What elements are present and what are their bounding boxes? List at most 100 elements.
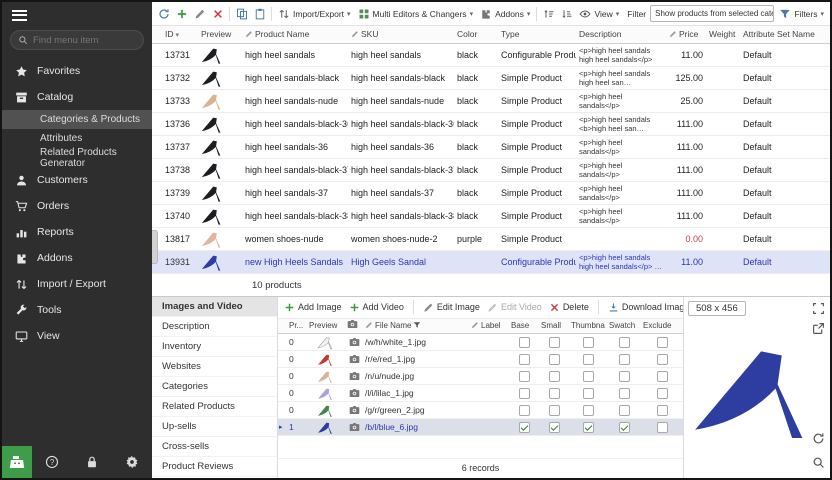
fullscreen-icon[interactable] (810, 301, 826, 317)
thumbnail-checkbox[interactable] (583, 405, 594, 416)
thumbnail-checkbox[interactable] (583, 337, 594, 348)
sidebar-item-categories-products[interactable]: Categories & Products (2, 110, 152, 129)
column-header-price[interactable]: Price (666, 26, 706, 43)
exclude-checkbox[interactable] (657, 422, 668, 433)
settings-gear-icon[interactable] (112, 455, 152, 469)
add-product-button[interactable] (173, 5, 190, 23)
swatch-checkbox[interactable] (619, 354, 630, 365)
copy-button[interactable] (233, 5, 250, 23)
addons-menu[interactable]: Addons▾ (477, 5, 533, 23)
product-row[interactable]: 13739high heel sandals-37high heel sanda… (152, 181, 830, 204)
column-header-exclude[interactable]: Exclude (641, 319, 683, 334)
tab-related-products[interactable]: Related Products (152, 397, 277, 417)
base-checkbox[interactable] (519, 371, 530, 382)
small-checkbox[interactable] (549, 337, 560, 348)
tab-inventory[interactable]: Inventory (152, 337, 277, 357)
base-checkbox[interactable] (519, 422, 530, 433)
image-row[interactable]: 0/w/h/white_1.jpg (278, 334, 683, 351)
lock-icon[interactable] (72, 455, 112, 469)
paste-button[interactable] (251, 5, 268, 23)
column-header-base[interactable]: Base (509, 319, 539, 334)
tab-product-reviews[interactable]: Product Reviews (152, 457, 277, 477)
sidebar-item-catalog[interactable]: Catalog (2, 84, 152, 110)
hamburger-menu-icon[interactable] (2, 2, 152, 28)
column-header-small[interactable]: Small (539, 319, 569, 334)
download-image-button[interactable]: Download Image (608, 302, 683, 313)
row-expander-icon[interactable]: ▸ (278, 419, 287, 436)
exclude-checkbox[interactable] (657, 371, 668, 382)
column-header-file-name[interactable]: File Name (363, 319, 469, 334)
exclude-checkbox[interactable] (657, 405, 668, 416)
product-row[interactable]: 13738high heel sandals-black-37high heel… (152, 158, 830, 181)
sidebar-item-reports[interactable]: Reports (2, 219, 152, 245)
edit-video-button[interactable]: Edit Video (487, 302, 542, 313)
exclude-checkbox[interactable] (657, 388, 668, 399)
image-row[interactable]: 0/n/u/nude.jpg (278, 368, 683, 385)
refresh-button[interactable] (155, 5, 172, 23)
swatch-checkbox[interactable] (619, 405, 630, 416)
sidebar-item-related-products-generator[interactable]: Related Products Generator (2, 148, 152, 167)
sidebar-item-customers[interactable]: Customers (2, 167, 152, 193)
column-header-sku[interactable]: SKU (348, 26, 454, 43)
filters-menu[interactable]: Filters▾ (776, 5, 827, 23)
base-checkbox[interactable] (519, 354, 530, 365)
sidebar-item-view[interactable]: View (2, 323, 152, 349)
exclude-checkbox[interactable] (657, 337, 668, 348)
product-row[interactable]: 13736high heel sandals-black-36high heel… (152, 112, 830, 135)
sidebar-item-favorites[interactable]: Favorites (2, 58, 152, 84)
product-row[interactable]: 13733high heel sandals-nudehigh heel san… (152, 89, 830, 112)
column-header-preview[interactable]: Preview (198, 26, 242, 43)
sidebar-search-input[interactable] (33, 35, 136, 46)
tab-categories[interactable]: Categories (152, 377, 277, 397)
small-checkbox[interactable] (549, 422, 560, 433)
sidebar-item-import-export[interactable]: Import / Export (2, 271, 152, 297)
tab-websites[interactable]: Websites (152, 357, 277, 377)
import-export-menu[interactable]: Import/Export▾ (275, 5, 354, 23)
image-row[interactable]: ▸1/b/l/blue_6.jpg (278, 419, 683, 436)
small-checkbox[interactable] (549, 405, 560, 416)
thumbnail-checkbox[interactable] (583, 371, 594, 382)
product-row[interactable]: 13737high heel sandals-36high heel sanda… (152, 135, 830, 158)
multi-editors-menu[interactable]: Multi Editors & Changers▾ (355, 5, 477, 23)
column-header-weight[interactable]: Weight (706, 26, 740, 43)
exclude-checkbox[interactable] (657, 354, 668, 365)
tab-images-and-video[interactable]: Images and Video (152, 297, 277, 317)
swatch-checkbox[interactable] (619, 371, 630, 382)
delete-product-button[interactable] (209, 5, 226, 23)
base-checkbox[interactable] (519, 405, 530, 416)
base-checkbox[interactable] (519, 388, 530, 399)
base-checkbox[interactable] (519, 337, 530, 348)
pos-icon[interactable] (2, 446, 32, 478)
swatch-checkbox[interactable] (619, 337, 630, 348)
column-header-type[interactable]: Type (498, 26, 576, 43)
tab-description[interactable]: Description (152, 317, 277, 337)
product-row[interactable]: 13740high heel sandals-black-38high heel… (152, 204, 830, 227)
small-checkbox[interactable] (549, 388, 560, 399)
add-video-button[interactable]: Add Video (349, 302, 404, 313)
column-header-id[interactable]: ID▾ (162, 26, 198, 43)
product-row[interactable]: 13817women shoes-nudewomen shoes-nude-2p… (152, 227, 830, 250)
add-image-button[interactable]: Add Image (284, 302, 342, 313)
image-row[interactable]: 0/l/i/lilac_1.jpg (278, 385, 683, 402)
product-row[interactable]: 13732high heel sandals-blackhigh heel sa… (152, 66, 830, 89)
sort-descending-button[interactable] (558, 5, 575, 23)
help-icon[interactable]: ? (32, 455, 72, 469)
tab-cross-sells[interactable]: Cross-sells (152, 437, 277, 457)
column-header-preview[interactable]: Preview (307, 319, 345, 334)
rotate-icon[interactable] (810, 430, 826, 446)
panel-collapse-handle[interactable] (152, 230, 158, 264)
thumbnail-checkbox[interactable] (583, 354, 594, 365)
thumbnail-checkbox[interactable] (583, 422, 594, 433)
edit-image-button[interactable]: Edit Image (423, 302, 480, 313)
small-checkbox[interactable] (549, 354, 560, 365)
swatch-checkbox[interactable] (619, 422, 630, 433)
column-header-pr[interactable]: Pr... (287, 319, 307, 334)
sidebar-item-addons[interactable]: Addons (2, 245, 152, 271)
column-header-attribute-set-name[interactable]: Attribute Set Name (740, 26, 830, 43)
category-filter-select[interactable]: Show products from selected categories▾ (650, 5, 774, 22)
product-row[interactable]: 13731high heel sandalshigh heel sandalsb… (152, 43, 830, 66)
swatch-checkbox[interactable] (619, 388, 630, 399)
tab-up-sells[interactable]: Up-sells (152, 417, 277, 437)
column-header-swatch[interactable]: Swatch (607, 319, 641, 334)
column-header-description[interactable]: Description (576, 26, 666, 43)
